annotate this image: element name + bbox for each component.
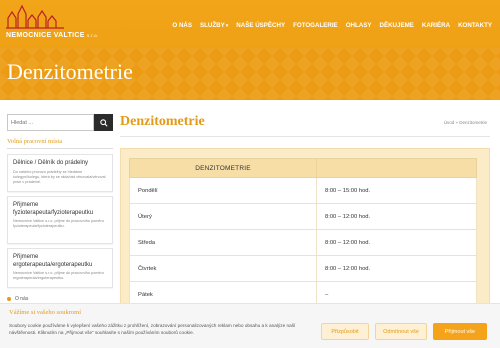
nav-item-ohlasy[interactable]: OHLASY	[342, 20, 376, 31]
cookie-customize-button[interactable]: Přizpůsobit	[321, 323, 369, 340]
nav-item-dekujeme[interactable]: DĚKUJEME	[375, 20, 417, 31]
job-card[interactable]: Přijmeme fyzioterapeuta/fyzioterapeutku …	[7, 196, 113, 244]
hero-title: Denzitometrie	[7, 59, 133, 84]
search-form	[7, 114, 113, 131]
breadcrumb[interactable]: Úvod » Denzitometrie	[444, 120, 487, 125]
job-title[interactable]: Přijmeme ergoterapeuta/ergoterapeutku	[13, 254, 107, 269]
cookie-reject-button[interactable]: Odmítnout vše	[375, 323, 427, 340]
search-input[interactable]	[7, 114, 94, 131]
cookie-accept-button[interactable]: Přijmout vše	[433, 323, 487, 340]
table-cell-hours: 8:00 – 12:00 hod.	[316, 203, 477, 230]
table-row: Středa 8:00 – 12:00 hod.	[129, 229, 477, 256]
nav-item-sluzby[interactable]: SLUŽBY▾	[196, 20, 232, 31]
chevron-down-icon: ▾	[225, 23, 229, 29]
table-header: DENZITOMETRIE	[129, 158, 317, 178]
table-cell-hours: 8:00 – 12:00 hod.	[316, 255, 477, 282]
job-description: Nemocnice Valtice s.r.o. přijme do praco…	[13, 219, 104, 228]
table-cell-hours: 8:00 – 12:00 hod.	[316, 229, 477, 256]
nav-item-kariera[interactable]: KARIÉRA	[418, 20, 454, 31]
job-description: Nemocnice Valtice s.r.o. přijme do praco…	[13, 271, 104, 280]
site-logo[interactable]: NEMOCNICE VALTICE s.r.o.	[6, 4, 116, 42]
sidebar-footer-link[interactable]: O nás	[7, 296, 28, 302]
sidebar-heading: Volná pracovní místa	[7, 138, 63, 145]
job-card[interactable]: Přijmeme ergoterapeuta/ergoterapeutku Ne…	[7, 248, 113, 288]
table-cell-day: Čtvrtek	[129, 255, 317, 282]
nav-item-nase-uspechy[interactable]: NAŠE ÚSPĚCHY	[232, 20, 289, 31]
footer-link-label[interactable]: O nás	[15, 296, 28, 302]
page-title: Denzitometrie	[120, 114, 205, 129]
hours-table: DENZITOMETRIE Pondělí 8:00 – 15:00 hod. …	[129, 158, 477, 308]
table-row: Pondělí 8:00 – 15:00 hod.	[129, 177, 477, 204]
search-icon	[99, 118, 108, 127]
main-nav: O NÁS SLUŽBY▾ NAŠE ÚSPĚCHY FOTOGALERIE O…	[168, 20, 496, 31]
table-header-empty	[316, 158, 477, 178]
cookie-title: Vážíme si vašeho soukromí	[9, 309, 82, 316]
table-cell-day: Úterý	[129, 203, 317, 230]
bullet-icon	[7, 297, 11, 301]
top-navigation-bar: NEMOCNICE VALTICE s.r.o. O NÁS SLUŽBY▾ N…	[0, 0, 500, 48]
divider	[7, 148, 113, 149]
search-button[interactable]	[94, 114, 113, 131]
table-cell-day: Středa	[129, 229, 317, 256]
job-card[interactable]: Dělnice / Dělník do prádelny Do našeho p…	[7, 154, 113, 192]
nav-item-o-nas[interactable]: O NÁS	[168, 20, 196, 31]
divider	[120, 136, 490, 137]
table-row: Úterý 8:00 – 12:00 hod.	[129, 203, 477, 230]
job-description: Do našeho provozu prádelny se hledáme ko…	[13, 169, 106, 184]
cookie-text: Soubory cookie používáme k vylepšení vaš…	[9, 323, 296, 335]
table-cell-hours: 8:00 – 15:00 hod.	[316, 177, 477, 204]
job-title[interactable]: Dělnice / Dělník do prádelny	[13, 160, 107, 168]
job-title[interactable]: Přijmeme fyzioterapeuta/fyzioterapeutku	[13, 202, 107, 217]
job-list: Dělnice / Dělník do prádelny Do našeho p…	[7, 154, 113, 292]
nav-item-kontakty[interactable]: KONTAKTY	[454, 20, 496, 31]
logo-text: NEMOCNICE VALTICE s.r.o.	[6, 32, 99, 39]
nav-item-fotogalerie[interactable]: FOTOGALERIE	[289, 20, 342, 31]
table-row: Čtvrtek 8:00 – 12:00 hod.	[129, 255, 477, 282]
table-cell-day: Pondělí	[129, 177, 317, 204]
hospital-skyline-icon	[6, 4, 64, 29]
